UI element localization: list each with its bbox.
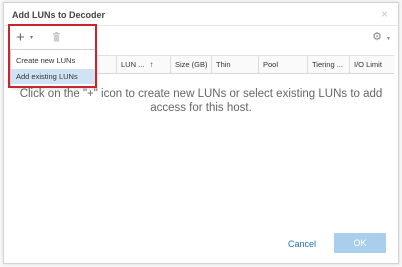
add-luns-dialog: Add LUNs to Decoder × + ▾ ⚙ ▾ LUN ... ↑ S… xyxy=(3,2,399,264)
gear-icon[interactable]: ⚙ xyxy=(372,32,382,43)
column-lun[interactable]: LUN ... ↑ xyxy=(116,56,170,73)
column-thin[interactable]: Thin xyxy=(211,56,258,73)
column-size[interactable]: Size (GB) xyxy=(170,56,211,73)
column-tiering[interactable]: Tiering ... xyxy=(307,56,349,73)
dialog-title: Add LUNs to Decoder xyxy=(12,10,106,20)
cancel-button[interactable]: Cancel xyxy=(288,239,316,249)
ok-button[interactable]: OK xyxy=(334,233,386,253)
sort-ascending-icon: ↑ xyxy=(149,60,154,69)
column-io-limit[interactable]: I/O Limit xyxy=(349,56,402,73)
close-icon[interactable]: × xyxy=(381,8,388,20)
red-highlight-annotation xyxy=(8,24,97,88)
gear-chevron-down-icon[interactable]: ▾ xyxy=(387,35,390,42)
column-label: LUN ... xyxy=(121,60,145,69)
empty-grid-message: Click on the "+" icon to create new LUNs… xyxy=(19,88,383,114)
column-pool[interactable]: Pool xyxy=(258,56,307,73)
